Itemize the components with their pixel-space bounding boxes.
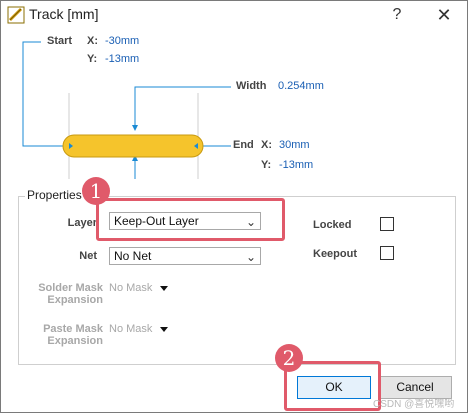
track-illustration xyxy=(22,41,231,179)
dropdown-arrow-icon xyxy=(160,285,169,291)
chevron-down-icon: ⌄ xyxy=(245,250,256,264)
width-value: 0.254mm xyxy=(278,80,324,92)
paste-mask-label-line2: Expansion xyxy=(47,335,103,347)
start-y-label: Y: xyxy=(87,53,98,65)
end-x-value: 30mm xyxy=(279,139,310,151)
solder-mask-label-line1: Solder Mask xyxy=(38,282,103,294)
paste-mask-select[interactable]: No Mask xyxy=(109,323,169,335)
layer-label: Layer xyxy=(67,217,97,229)
paste-mask-label-line1: Paste Mask xyxy=(43,323,103,335)
track-tool-icon xyxy=(7,6,25,24)
paste-mask-value: No Mask xyxy=(109,323,153,335)
net-select[interactable]: No Net ⌄ xyxy=(109,247,261,265)
net-label: Net xyxy=(79,250,97,262)
annotation-badge-1: 1 xyxy=(82,177,110,205)
properties-group-title: Properties xyxy=(25,188,84,202)
keepout-checkbox[interactable] xyxy=(380,246,394,260)
close-button[interactable]: ✕ xyxy=(433,4,455,26)
solder-mask-value: No Mask xyxy=(109,282,153,294)
solder-mask-label-line2: Expansion xyxy=(47,294,103,306)
start-y-value: -13mm xyxy=(105,53,140,65)
start-label: Start xyxy=(47,35,73,47)
annotation-highlight-layer xyxy=(96,198,285,241)
dropdown-arrow-icon xyxy=(160,326,169,332)
start-x-value: -30mm xyxy=(105,35,140,47)
start-x-label: X: xyxy=(87,35,98,47)
end-label: End xyxy=(233,139,254,151)
solder-mask-label: Solder Mask Expansion xyxy=(31,282,103,306)
annotation-badge-2: 2 xyxy=(275,344,303,372)
track-shape xyxy=(62,134,204,158)
width-label: Width xyxy=(236,80,267,92)
locked-label: Locked xyxy=(313,219,352,231)
paste-mask-label: Paste Mask Expansion xyxy=(31,323,103,347)
keepout-label: Keepout xyxy=(313,248,357,260)
help-button[interactable]: ? xyxy=(385,4,409,26)
net-select-value: No Net xyxy=(114,249,152,263)
track-dialog: Track [mm] ? ✕ Start X: -30mm Y: -13mm W… xyxy=(0,0,468,413)
title-bar: Track [mm] ? ✕ xyxy=(1,1,467,29)
window-title: Track [mm] xyxy=(29,6,99,22)
watermark-text: CSDN @喜悦嘿哟 xyxy=(373,399,455,410)
end-y-value: -13mm xyxy=(279,159,314,171)
end-x-label: X: xyxy=(261,139,272,151)
annotation-highlight-ok xyxy=(284,361,381,411)
end-y-label: Y: xyxy=(261,159,272,171)
locked-checkbox[interactable] xyxy=(380,217,394,231)
solder-mask-select[interactable]: No Mask xyxy=(109,282,169,294)
track-diagram: Start X: -30mm Y: -13mm Width 0.254mm En… xyxy=(1,29,467,189)
